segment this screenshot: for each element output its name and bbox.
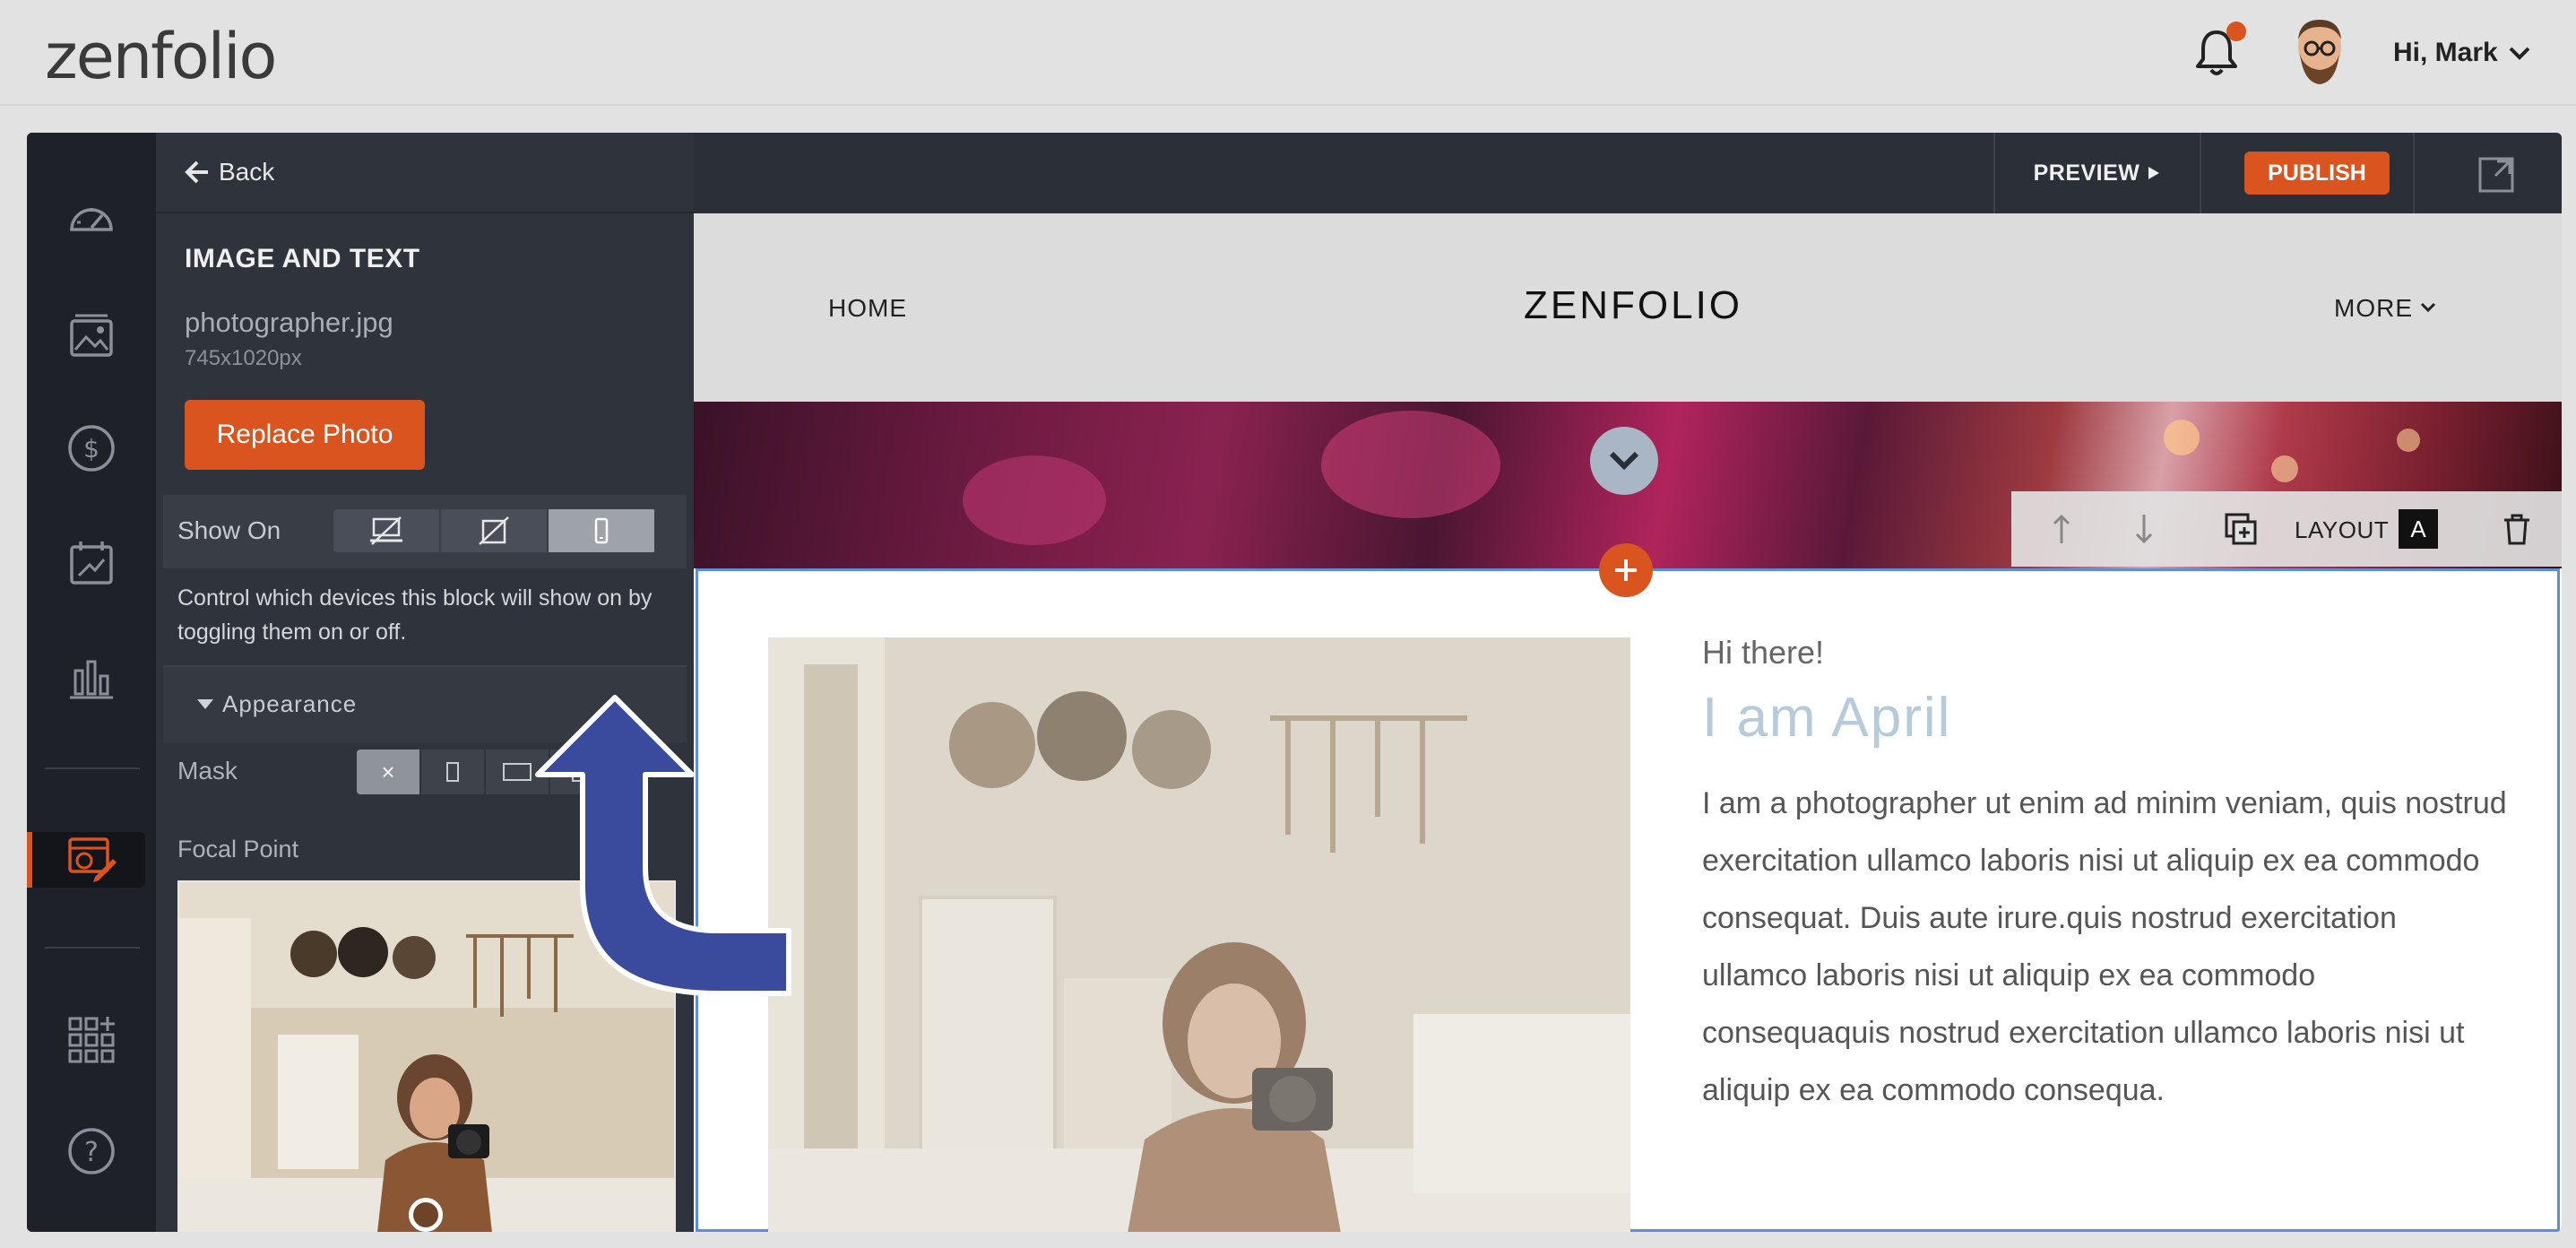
block-text[interactable]: Hi there! I am April I am a photographer…: [1702, 634, 2509, 1119]
chevron-down-icon[interactable]: [2508, 45, 2531, 61]
desktop-off-icon: [370, 516, 402, 545]
close-icon: ×: [381, 758, 395, 785]
chevron-down-icon: [2420, 302, 2436, 313]
svg-text:$: $: [83, 434, 99, 464]
rail-divider: [45, 767, 140, 769]
preview-label: PREVIEW: [2033, 160, 2140, 186]
block-eyebrow[interactable]: Hi there!: [1702, 634, 2509, 672]
bokeh-light: [1321, 411, 1500, 518]
move-down-icon[interactable]: [2126, 511, 2162, 547]
image-and-text-block[interactable]: Hi there! I am April I am a photographer…: [696, 568, 2560, 1232]
photographer-photo: [768, 637, 1630, 1232]
section-title: IMAGE AND TEXT: [185, 244, 420, 273]
bokeh-light: [2164, 420, 2200, 455]
layout-selector[interactable]: A: [2399, 509, 2438, 549]
duplicate-icon[interactable]: [2223, 511, 2259, 547]
block-photo[interactable]: [768, 637, 1630, 1232]
block-headline[interactable]: I am April: [1702, 686, 2509, 750]
calendar-marketing-icon[interactable]: [65, 536, 118, 590]
file-dimensions: 745x1020px: [185, 346, 302, 370]
preview-button[interactable]: PREVIEW: [1993, 133, 2200, 213]
svg-text:?: ?: [84, 1137, 99, 1168]
bokeh-light: [963, 455, 1106, 545]
desktop-toggle[interactable]: [333, 509, 441, 552]
icon-rail: $ ?: [27, 133, 156, 1232]
arrow-left-icon: [185, 160, 208, 184]
mask-label: Mask: [177, 757, 238, 784]
mask-none-button[interactable]: ×: [357, 750, 421, 794]
show-on-help-text: Control which devices this block will sh…: [177, 585, 653, 645]
bar-chart-icon[interactable]: [65, 649, 118, 703]
mask-portrait-button[interactable]: [421, 750, 486, 794]
dollar-icon[interactable]: $: [65, 421, 118, 475]
move-up-icon[interactable]: [2044, 511, 2079, 547]
play-icon: [2148, 167, 2160, 179]
plus-icon: [1615, 559, 1637, 581]
site-navigation: HOME ZENFOLIO MORE: [694, 213, 2562, 402]
show-on-row: Show On: [163, 495, 687, 568]
scroll-down-button[interactable]: [1590, 427, 1658, 495]
replace-photo-button[interactable]: Replace Photo: [185, 400, 425, 470]
site-brand[interactable]: ZENFOLIO: [1524, 283, 1742, 328]
bokeh-light: [2271, 455, 2298, 482]
website-design-icon[interactable]: [65, 832, 118, 886]
rail-divider: [45, 947, 140, 949]
dashboard-gauge-icon[interactable]: [65, 192, 118, 246]
block-settings-panel: Back IMAGE AND TEXT photographer.jpg 745…: [156, 133, 694, 1232]
focal-point-handle[interactable]: [409, 1198, 443, 1232]
portrait-rect-icon: [446, 762, 459, 782]
chevron-down-icon: [1609, 451, 1639, 471]
file-name: photographer.jpg: [185, 307, 393, 338]
top-bar: zenfolio Hi, Mark: [0, 0, 2576, 106]
notification-badge: [2226, 22, 2246, 41]
back-label: Back: [219, 158, 275, 186]
editor-header: PREVIEW PUBLISH: [694, 133, 2562, 213]
nav-link-more[interactable]: MORE: [2334, 294, 2413, 323]
gallery-image-icon[interactable]: [65, 308, 118, 362]
trash-icon[interactable]: [2499, 511, 2535, 547]
appearance-label: Appearance: [222, 690, 358, 717]
show-on-label: Show On: [177, 516, 281, 544]
block-body-text[interactable]: I am a photographer ut enim ad minim ven…: [1702, 775, 2509, 1119]
caret-down-icon: [197, 699, 213, 709]
mobile-icon: [594, 517, 609, 544]
zenfolio-logo[interactable]: zenfolio: [45, 20, 277, 93]
block-toolbar: LAYOUT A: [2011, 491, 2562, 567]
user-greeting[interactable]: Hi, Mark: [2393, 38, 2498, 68]
publish-area: PUBLISH: [2200, 133, 2415, 213]
mobile-toggle[interactable]: [549, 509, 656, 552]
bokeh-light: [2397, 429, 2420, 452]
app-frame: $ ? Back IMAGE AND TEXT photographer.jpg…: [27, 133, 2562, 1232]
back-button[interactable]: Back: [156, 133, 694, 213]
device-toggle-group: [333, 509, 656, 552]
tablet-toggle[interactable]: [441, 509, 549, 552]
apps-grid-icon[interactable]: [65, 1013, 118, 1067]
user-avatar[interactable]: [2291, 16, 2348, 90]
add-block-button[interactable]: [1599, 543, 1653, 597]
help-icon[interactable]: ?: [65, 1124, 118, 1178]
site-canvas: HOME ZENFOLIO MORE LAYOUT A Hi there! I …: [694, 213, 2562, 1232]
tutorial-arrow-icon: [535, 695, 791, 996]
publish-button[interactable]: PUBLISH: [2244, 152, 2390, 195]
nav-link-home[interactable]: HOME: [828, 294, 907, 323]
expand-icon[interactable]: [2477, 156, 2515, 194]
focal-point-label: Focal Point: [177, 836, 299, 862]
tablet-off-icon: [479, 516, 509, 545]
layout-label: LAYOUT: [2295, 516, 2390, 543]
